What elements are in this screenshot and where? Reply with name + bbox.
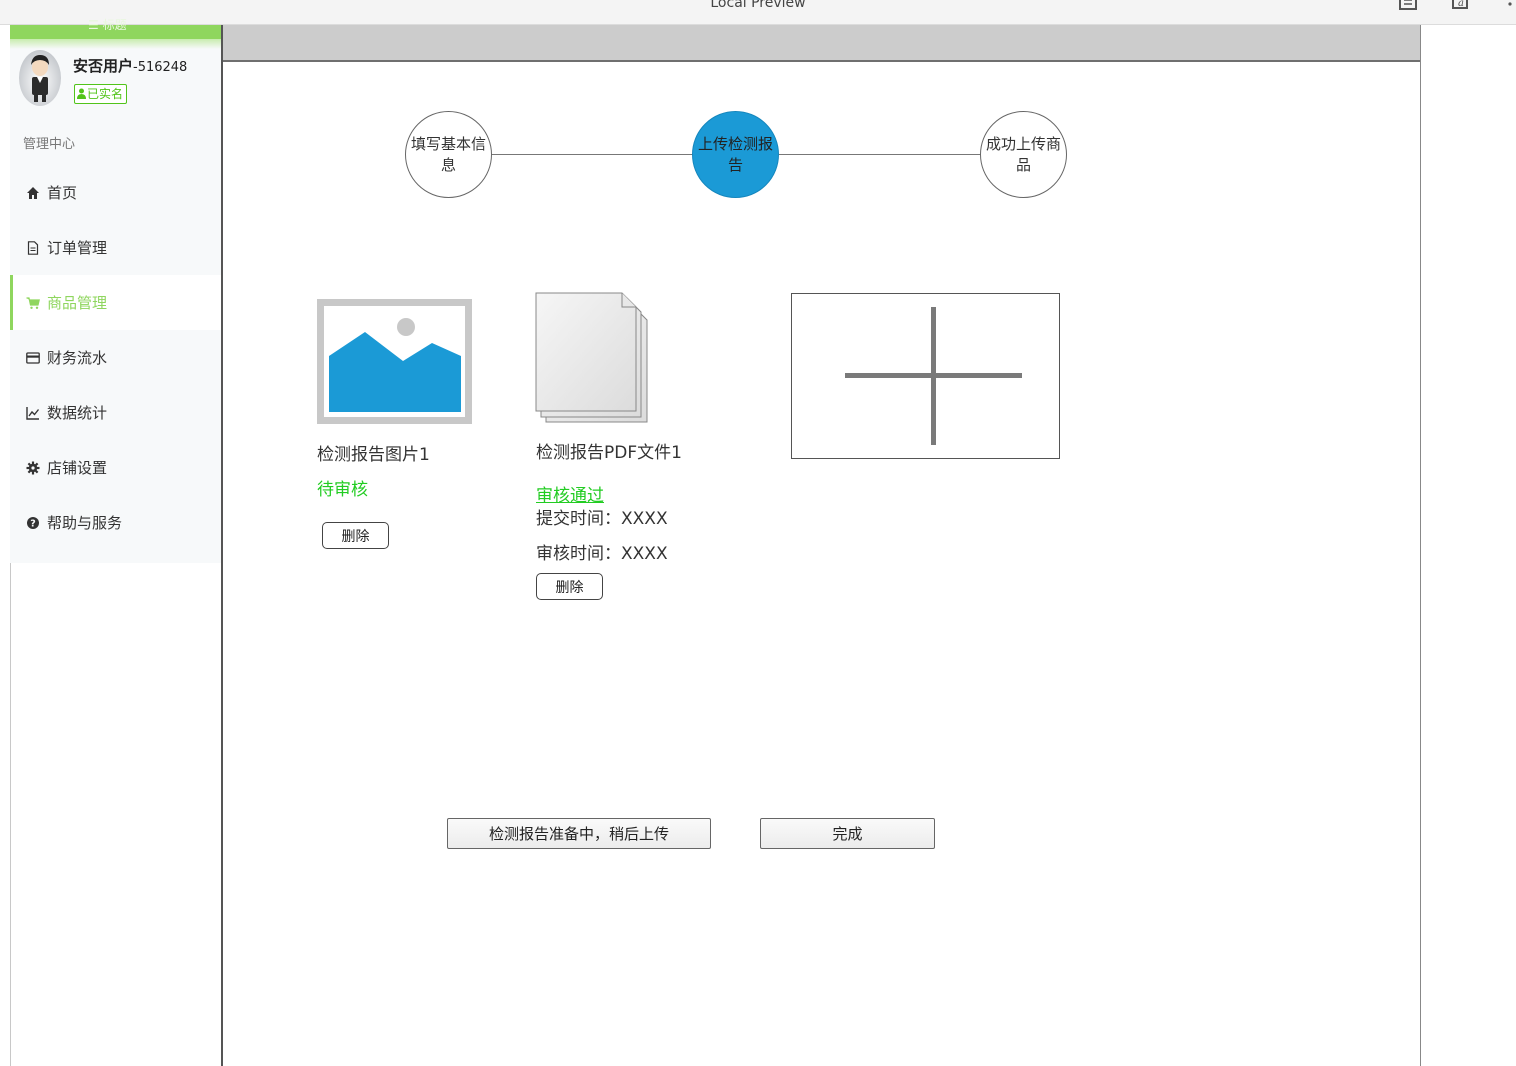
verified-badge: 已实名 [74,84,128,104]
user-name-text: 安否用户 [73,57,134,75]
submit-time: 提交时间：XXXX [536,509,668,529]
sidebar: ☰ 标题 安否用户-516248 已实名 管理中心 首页 订单管理 商品管理 财… [10,18,222,563]
avatar[interactable] [18,49,62,107]
delete-button[interactable]: 删除 [322,522,389,549]
done-button[interactable]: 完成 [760,818,935,849]
content-border-right [1420,25,1421,1066]
sidebar-item-statistics[interactable]: 数据统计 [10,385,222,440]
sidebar-item-label: 首页 [47,184,78,202]
add-attachment-button[interactable] [791,293,1060,459]
svg-text:?: ? [30,518,36,529]
content-border-left [221,25,223,1066]
sidebar-item-products[interactable]: 商品管理 [10,275,222,330]
sidebar-item-label: 商品管理 [47,294,108,312]
sidebar-item-help[interactable]: ? 帮助与服务 [10,495,222,550]
verified-label: 已实名 [87,87,124,101]
step-upload-product[interactable]: 成功上传商品 [980,111,1067,198]
gear-icon [26,461,40,474]
sidebar-item-finance[interactable]: 财务流水 [10,330,222,385]
sidebar-border [10,563,11,1066]
user-name: 安否用户-516248 [73,55,187,76]
sidebar-item-home[interactable]: 首页 [10,165,222,220]
section-label: 管理中心 [23,137,76,152]
attachment-name: 检测报告图片1 [317,445,430,465]
document-icon [27,240,39,255]
text-edit-icon[interactable]: a [1451,0,1469,10]
content-header-bar [223,25,1420,62]
sidebar-item-label: 数据统计 [47,404,108,422]
step-label: 成功上传商品 [985,134,1061,174]
sidebar-item-label: 订单管理 [47,239,108,257]
svg-text:a: a [1458,0,1464,9]
step-connector [779,154,981,155]
sidebar-banner: ☰ 标题 [10,18,222,49]
step-connector [491,154,693,155]
review-time: 审核时间：XXXX [536,544,668,564]
image-thumbnail[interactable] [317,299,472,424]
pdf-document-icon[interactable] [535,292,650,426]
upload-later-button[interactable]: 检测报告准备中，稍后上传 [447,818,711,849]
sidebar-item-label: 帮助与服务 [47,514,123,532]
sidebar-item-orders[interactable]: 订单管理 [10,220,222,275]
attachment-name: 检测报告PDF文件1 [536,443,682,463]
step-upload-report[interactable]: 上传检测报告 [692,111,779,198]
user-id: -516248 [133,60,188,75]
step-label: 上传检测报告 [697,134,773,174]
sidebar-item-store-settings[interactable]: 店铺设置 [10,440,222,495]
delete-button[interactable]: 删除 [536,573,603,600]
document-icon[interactable] [1399,0,1417,10]
person-icon [77,88,86,99]
step-label: 填写基本信息 [410,134,486,174]
chart-icon [26,406,40,420]
card-icon [26,351,40,364]
sidebar-item-label: 店铺设置 [47,459,108,477]
banner-text: ☰ 标题 [88,18,127,32]
more-icon[interactable] [1506,0,1514,10]
step-basic-info[interactable]: 填写基本信息 [405,111,492,198]
sidebar-item-label: 财务流水 [47,349,108,367]
sidebar-menu: 首页 订单管理 商品管理 财务流水 数据统计 店铺设置 ? 帮助与服务 [10,165,222,550]
status-pending: 待审核 [317,480,368,500]
status-approved: 审核通过 [536,486,604,506]
help-icon: ? [27,516,39,529]
cart-icon [26,296,40,309]
window-title: Local Preview [710,0,806,11]
home-icon [27,186,39,199]
window-titlebar: Local Preview a [0,0,1516,25]
